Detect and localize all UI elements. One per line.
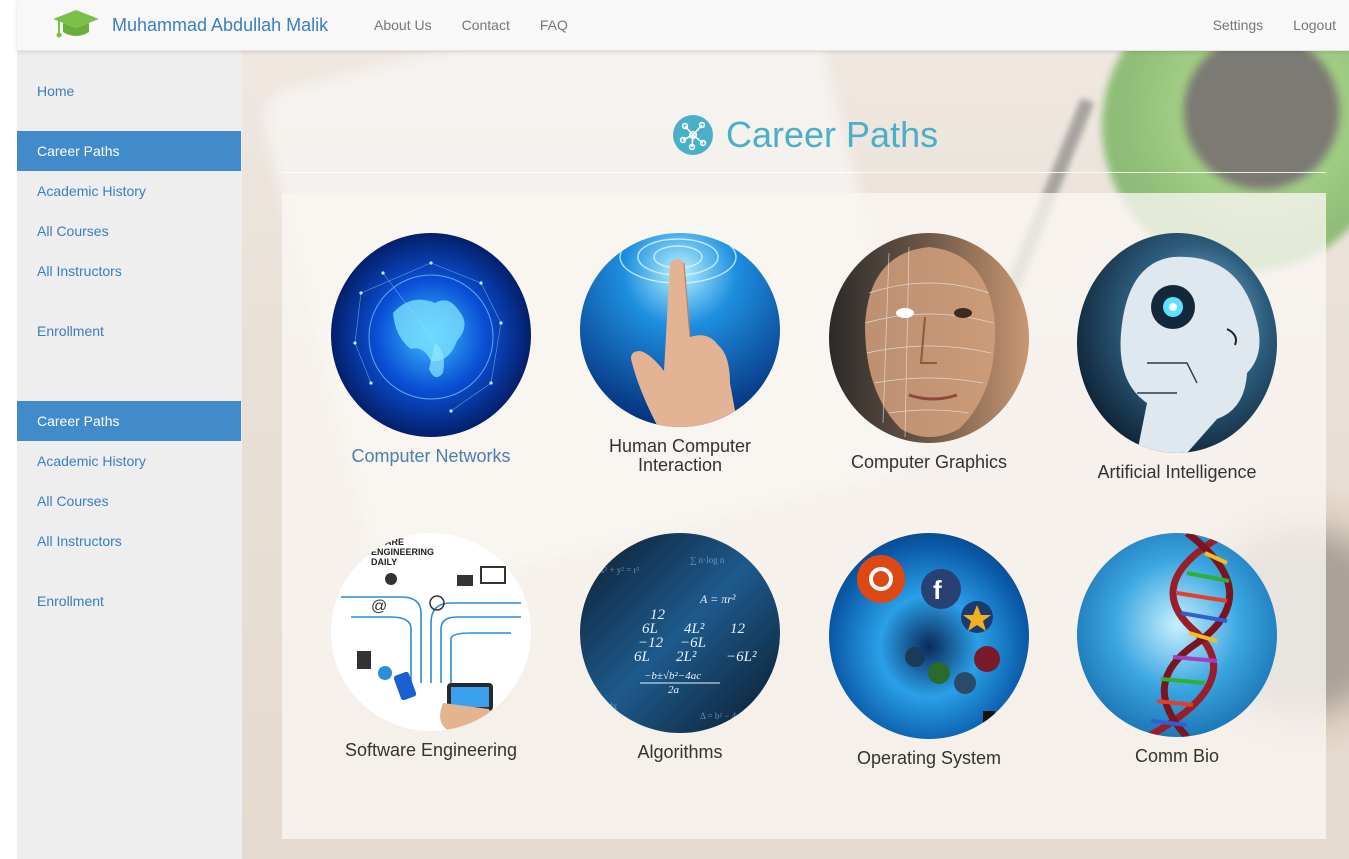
sidebar-item-enrollment-2[interactable]: Enrollment (17, 581, 241, 621)
career-card-label[interactable]: Computer Networks (321, 447, 541, 466)
algo-text-11: −b±√b²−4ac (644, 670, 701, 682)
nav-right-links: Settings Logout (1183, 0, 1336, 50)
network-nodes-icon (673, 115, 713, 155)
algo-text-12: 2a (668, 684, 680, 696)
nav-about-us[interactable]: About Us (374, 17, 432, 33)
career-paths-panel: Computer Networks Human Computer Interac… (282, 193, 1326, 839)
brand-link[interactable]: Muhammad Abdullah Malik (51, 8, 328, 42)
brand-name: Muhammad Abdullah Malik (112, 14, 329, 35)
career-card-computer-graphics[interactable]: Computer Graphics (819, 233, 1039, 472)
career-card-operating-system[interactable]: f Operating System (819, 533, 1039, 768)
career-card-label[interactable]: Operating System (819, 749, 1039, 768)
career-card-label[interactable]: Artificial Intelligence (1067, 463, 1287, 482)
sidebar: Home Career Paths Academic History All C… (17, 51, 242, 859)
sidebar-item-academic-history[interactable]: Academic History (17, 171, 241, 211)
career-card-artificial-intelligence[interactable]: Artificial Intelligence (1067, 233, 1287, 482)
wireframe-face-image[interactable] (829, 233, 1029, 443)
svg-text:x² + y² = r²: x² + y² = r² (600, 565, 640, 575)
career-card-label[interactable]: Comm Bio (1067, 747, 1287, 766)
career-card-label[interactable]: Computer Graphics (819, 453, 1039, 472)
nav-settings[interactable]: Settings (1213, 17, 1264, 33)
software-image-text-3: DAILY (371, 557, 397, 567)
robot-head-image[interactable] (1077, 233, 1277, 453)
main-content: Career Paths Computer Networks Human Com… (242, 51, 1349, 859)
dna-helix-image[interactable] (1077, 533, 1277, 737)
page-title: Career Paths (726, 114, 939, 155)
algo-text-7: 2L² (676, 649, 697, 665)
svg-text:∫ f(x)dx: ∫ f(x)dx (589, 701, 618, 712)
os-logos-image[interactable]: f (829, 533, 1029, 739)
career-card-label[interactable]: Algorithms (570, 743, 790, 762)
top-navbar: Muhammad Abdullah Malik About Us Contact… (17, 0, 1349, 51)
algo-text-8: 12 (730, 621, 746, 637)
software-image-text-2: ENGINEERING (371, 547, 434, 557)
svg-text:∑ n·log n: ∑ n·log n (690, 555, 725, 565)
sidebar-item-career-paths-2[interactable]: Career Paths (17, 401, 241, 441)
algo-text-10: A = πr² (699, 592, 736, 606)
svg-text:@: @ (371, 598, 387, 615)
nav-faq[interactable]: FAQ (540, 17, 568, 33)
heading-divider (282, 172, 1326, 173)
career-card-computer-networks[interactable]: Computer Networks (321, 233, 541, 466)
math-formulas-image[interactable]: 12 6L 4L² −12 −6L 6L 2L² 12 −6L² A = πr²… (580, 533, 780, 733)
nav-logout[interactable]: Logout (1293, 17, 1336, 33)
career-card-algorithms[interactable]: 12 6L 4L² −12 −6L 6L 2L² 12 −6L² A = πr²… (570, 533, 790, 762)
nav-links: About Us Contact FAQ (374, 0, 598, 50)
sidebar-item-enrollment[interactable]: Enrollment (17, 311, 241, 351)
page-heading: Career Paths (672, 113, 938, 157)
career-card-label[interactable]: Human Computer Interaction (570, 437, 790, 475)
career-card-human-computer-interaction[interactable]: Human Computer Interaction (570, 233, 790, 475)
algo-text-6: 6L (634, 649, 650, 665)
algo-text-9: −6L² (726, 649, 757, 665)
sidebar-item-career-paths[interactable]: Career Paths (17, 131, 241, 171)
sidebar-item-academic-history-2[interactable]: Academic History (17, 441, 241, 481)
graduation-cap-icon (53, 10, 99, 38)
svg-text:f: f (933, 575, 942, 605)
nav-contact[interactable]: Contact (462, 17, 510, 33)
career-card-comm-bio[interactable]: Comm Bio (1067, 533, 1287, 766)
sidebar-item-all-courses-2[interactable]: All Courses (17, 481, 241, 521)
sidebar-item-all-courses[interactable]: All Courses (17, 211, 241, 251)
sidebar-item-all-instructors[interactable]: All Instructors (17, 251, 241, 291)
career-card-software-engineering[interactable]: WARE ENGINEERING DAILY @ Software Engine… (321, 533, 541, 760)
software-image-text-1: WARE (377, 537, 404, 547)
svg-text:Δ = b² − 4ac: Δ = b² − 4ac (700, 711, 744, 721)
globe-network-image[interactable] (331, 233, 531, 437)
software-diagram-image[interactable]: WARE ENGINEERING DAILY @ (331, 533, 531, 731)
sidebar-item-home[interactable]: Home (17, 71, 241, 111)
touch-hand-image[interactable] (580, 233, 780, 427)
sidebar-item-all-instructors-2[interactable]: All Instructors (17, 521, 241, 561)
career-card-label[interactable]: Software Engineering (321, 741, 541, 760)
